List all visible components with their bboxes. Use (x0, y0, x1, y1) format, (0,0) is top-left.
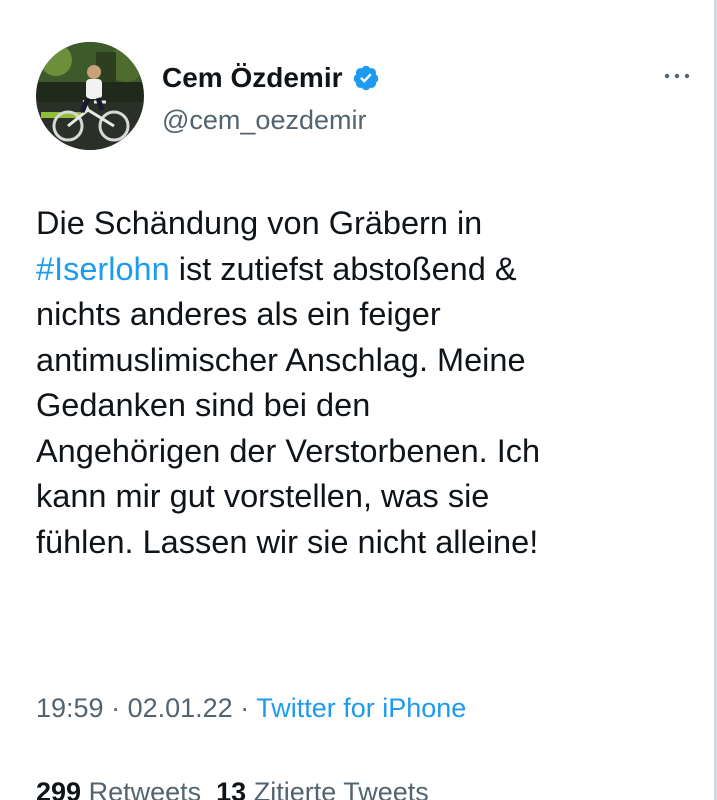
quotes-label: Zitierte Tweets (253, 777, 429, 800)
tweet-text-rest: nichts anderes als ein feiger antimuslim… (36, 296, 541, 560)
tweet-date[interactable]: 02.01.22 (128, 693, 233, 723)
quotes-count: 13 (216, 777, 247, 800)
tweet-detail: Cem Özdemir @cem_oezdemir Die Schändung … (0, 0, 717, 800)
author-display-name[interactable]: Cem Özdemir (162, 60, 343, 96)
tweet-text: Die Schändung von Gräbern in #Iserlohn i… (36, 201, 704, 565)
avatar[interactable] (36, 42, 144, 150)
hashtag-link[interactable]: #Iserlohn (36, 251, 170, 287)
author-handle[interactable]: @cem_oezdemir (162, 102, 366, 138)
tweet-time[interactable]: 19:59 (36, 693, 104, 723)
author-name-row[interactable]: Cem Özdemir (162, 60, 380, 96)
tweet-header: Cem Özdemir @cem_oezdemir (36, 42, 696, 154)
tweet-source-link[interactable]: Twitter for iPhone (256, 693, 466, 723)
quotes-stat[interactable]: 13 Zitierte Tweets (216, 777, 429, 800)
tweet-text-line1: Die Schändung von Gräbern in (36, 205, 483, 241)
retweets-count: 299 (36, 777, 82, 800)
meta-separator: · (103, 693, 128, 723)
retweets-label: Retweets (88, 777, 202, 800)
tweet-stats: 299 Retweets 13 Zitierte Tweets (36, 772, 429, 800)
tweet-metadata: 19:59 · 02.01.22 · Twitter for iPhone (36, 688, 466, 728)
retweets-stat[interactable]: 299 Retweets (36, 777, 201, 800)
avatar-image (36, 42, 144, 150)
meta-separator-2: · (232, 693, 257, 723)
more-options-icon[interactable] (662, 66, 692, 86)
verified-badge-icon (352, 64, 380, 92)
tweet-text-line2: ist zutiefst abstoßend & (169, 250, 517, 287)
